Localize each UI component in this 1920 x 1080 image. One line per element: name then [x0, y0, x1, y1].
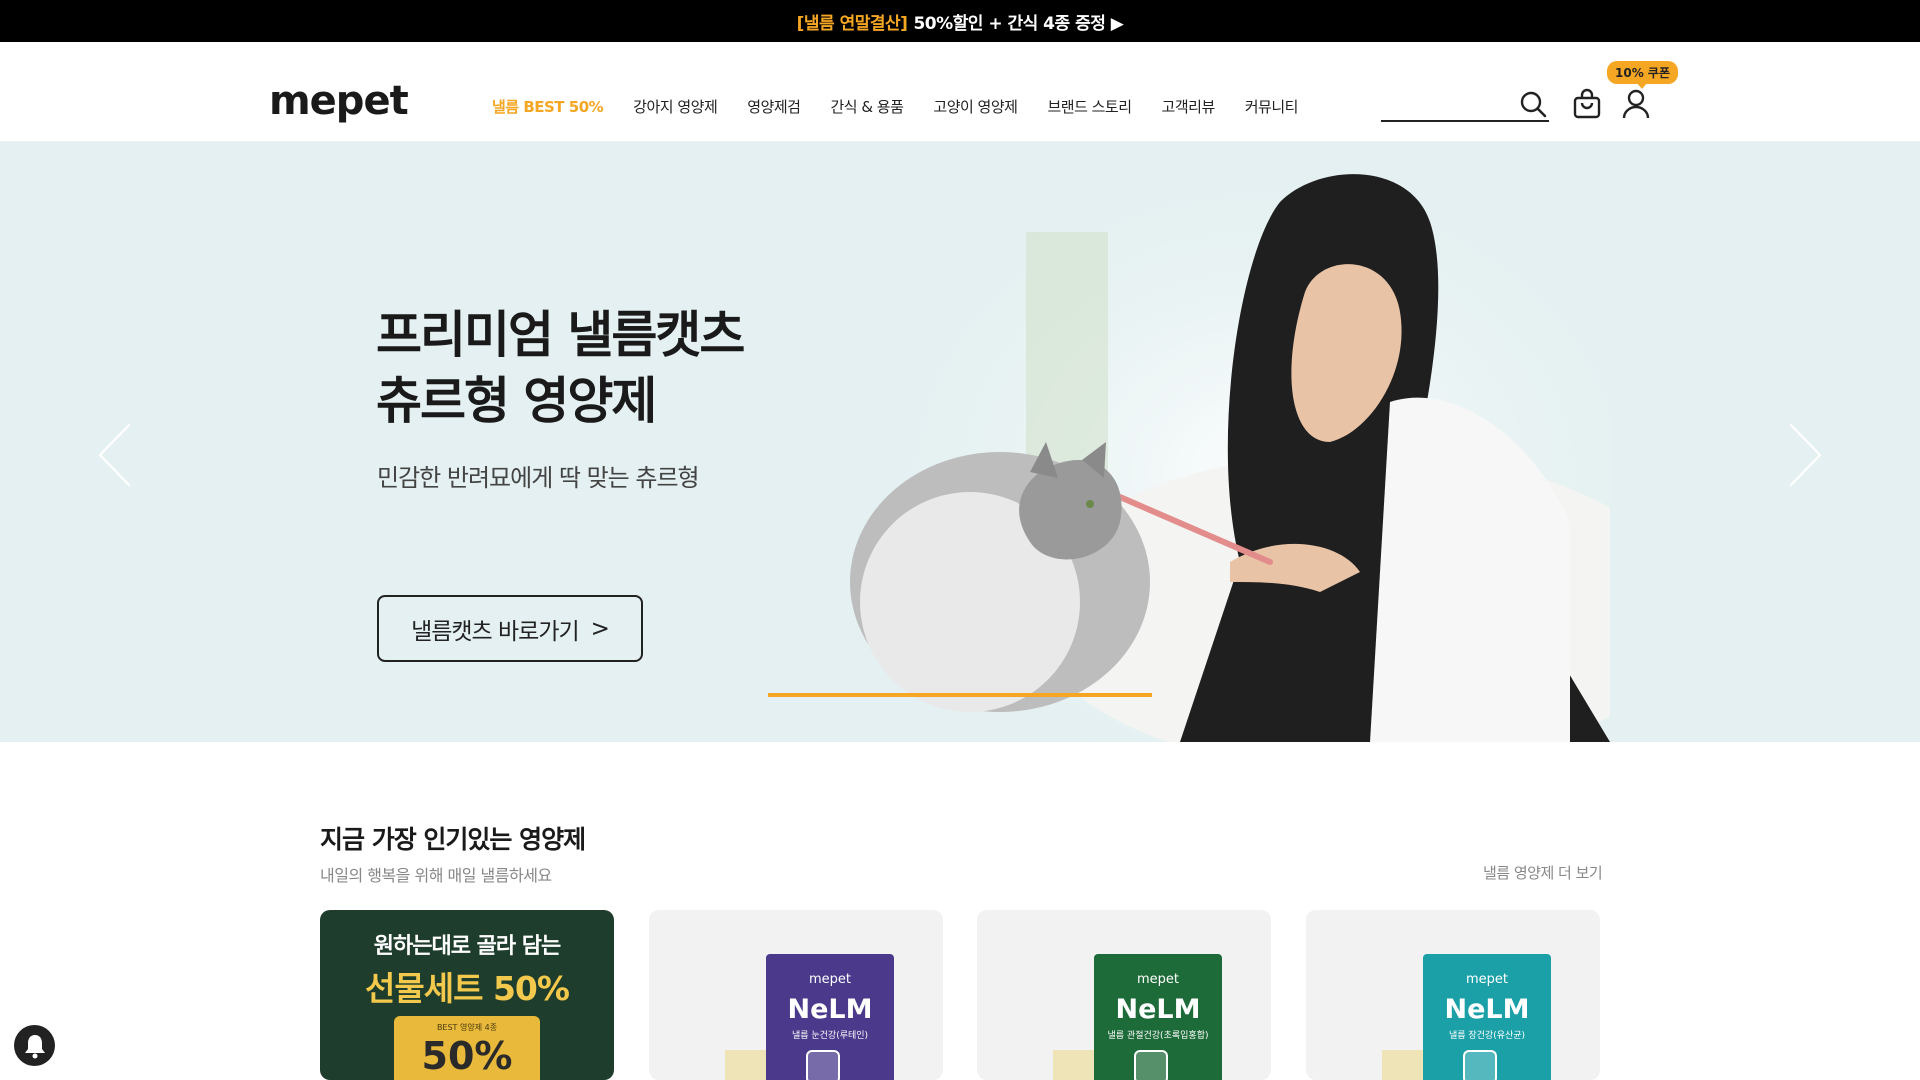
section-more-link[interactable]: 낼름 영양제 더 보기 [1483, 862, 1603, 883]
search-icon[interactable] [1519, 90, 1547, 118]
hero-title: 프리미엄 낼름캣츠 츄르형 영양제 [376, 302, 745, 434]
hero-title-line2: 츄르형 영양제 [376, 372, 657, 430]
notification-bell-button[interactable] [14, 1025, 55, 1066]
nav-snacks-goods[interactable]: 간식 & 용품 [830, 96, 903, 117]
product-card-gut[interactable]: mepet NeLM 낼름 장건강(유산균) [1306, 910, 1600, 1080]
slide-progress-bar [768, 693, 1152, 697]
section-subtitle: 내일의 행복을 위해 매일 낼름하세요 [320, 866, 552, 885]
product-box: mepet NeLM 낼름 장건강(유산균) [1423, 954, 1551, 1080]
product-card-joint[interactable]: mepet NeLM 낼름 관절건강(초록입홍합) [977, 910, 1271, 1080]
giftset-line1: 원하는대로 골라 담는 [373, 934, 561, 959]
product-window [1134, 1050, 1168, 1080]
bell-icon [24, 1034, 45, 1058]
coupon-badge[interactable]: 10% 쿠폰 [1607, 61, 1678, 89]
product-name: NeLM [787, 994, 873, 1025]
product-brand: mepet [808, 972, 851, 987]
nav-best[interactable]: 낼름 BEST 50% [492, 96, 604, 117]
chevron-right-icon: > [590, 615, 610, 642]
nav-supplement-test[interactable]: 영양제검 [747, 96, 801, 117]
sachet-image [1053, 1050, 1097, 1080]
cart-icon[interactable] [1572, 88, 1602, 120]
main-nav: 낼름 BEST 50% 강아지 영양제 영양제검 간식 & 용품 고양이 영양제… [492, 96, 1328, 117]
product-box: mepet NeLM 낼름 관절건강(초록입홍합) [1094, 954, 1222, 1080]
section-title: 지금 가장 인기있는 영양제 [320, 825, 586, 854]
header: mepet 낼름 BEST 50% 강아지 영양제 영양제검 간식 & 용품 고… [0, 42, 1920, 142]
product-window [1463, 1050, 1497, 1080]
product-card-eye[interactable]: mepet NeLM 낼름 눈건강(루테인) [649, 910, 943, 1080]
product-name: NeLM [1444, 994, 1530, 1025]
hero-subtitle: 민감한 반려묘에게 딱 맞는 츄르형 [377, 464, 700, 492]
product-name: NeLM [1115, 994, 1201, 1025]
product-brand: mepet [1465, 972, 1508, 987]
discount-ticket: BEST 영양제 4종 50% [394, 1016, 540, 1080]
sachet-image [725, 1050, 769, 1080]
hero-cta-label: 낼름캣츠 바로가기 [411, 618, 580, 645]
promo-text: 50%할인 + 간식 4종 증정 ▶ [913, 13, 1124, 34]
ticket-small-text: BEST 영양제 4종 [436, 1023, 498, 1032]
nav-reviews[interactable]: 고객리뷰 [1162, 96, 1216, 117]
product-box: mepet NeLM 낼름 눈건강(루테인) [766, 954, 894, 1080]
prev-slide-arrow-icon[interactable] [96, 420, 136, 490]
slide-progress-fill [768, 693, 1152, 697]
product-brand: mepet [1136, 972, 1179, 987]
product-desc: 낼름 장건강(유산균) [1448, 1031, 1526, 1041]
hero-image [850, 142, 1610, 742]
ticket-big-text: 50% [421, 1034, 513, 1078]
hero-banner[interactable]: 프리미엄 낼름캣츠 츄르형 영양제 민감한 반려묘에게 딱 맞는 츄르형 낼름캣… [0, 142, 1920, 742]
nav-cat-supplements[interactable]: 고양이 영양제 [933, 96, 1018, 117]
nav-community[interactable]: 커뮤니티 [1245, 96, 1299, 117]
product-desc: 낼름 관절건강(초록입홍합) [1107, 1031, 1209, 1041]
promo-accent: [낼름 연말결산] [796, 13, 908, 34]
logo[interactable]: mepet [269, 78, 409, 124]
hero-cta-button[interactable]: 낼름캣츠 바로가기 > [377, 595, 643, 662]
product-desc: 낼름 눈건강(루테인) [791, 1031, 869, 1041]
giftset-line2: 선물세트 50% [365, 969, 570, 1008]
user-icon[interactable] [1621, 88, 1651, 120]
promo-bar[interactable]: [낼름 연말결산] 50%할인 + 간식 4종 증정 ▶ [0, 0, 1920, 42]
next-slide-arrow-icon[interactable] [1784, 420, 1824, 490]
nav-dog-supplements[interactable]: 강아지 영양제 [633, 96, 718, 117]
search-input[interactable] [1381, 88, 1511, 118]
product-window [806, 1050, 840, 1080]
nav-brand-story[interactable]: 브랜드 스토리 [1047, 96, 1132, 117]
product-card-giftset[interactable]: 원하는대로 골라 담는 선물세트 50% BEST 영양제 4종 50% [320, 910, 614, 1080]
search-box [1381, 88, 1549, 122]
sachet-image [1382, 1050, 1426, 1080]
hero-title-line1: 프리미엄 낼름캣츠 [376, 306, 745, 364]
